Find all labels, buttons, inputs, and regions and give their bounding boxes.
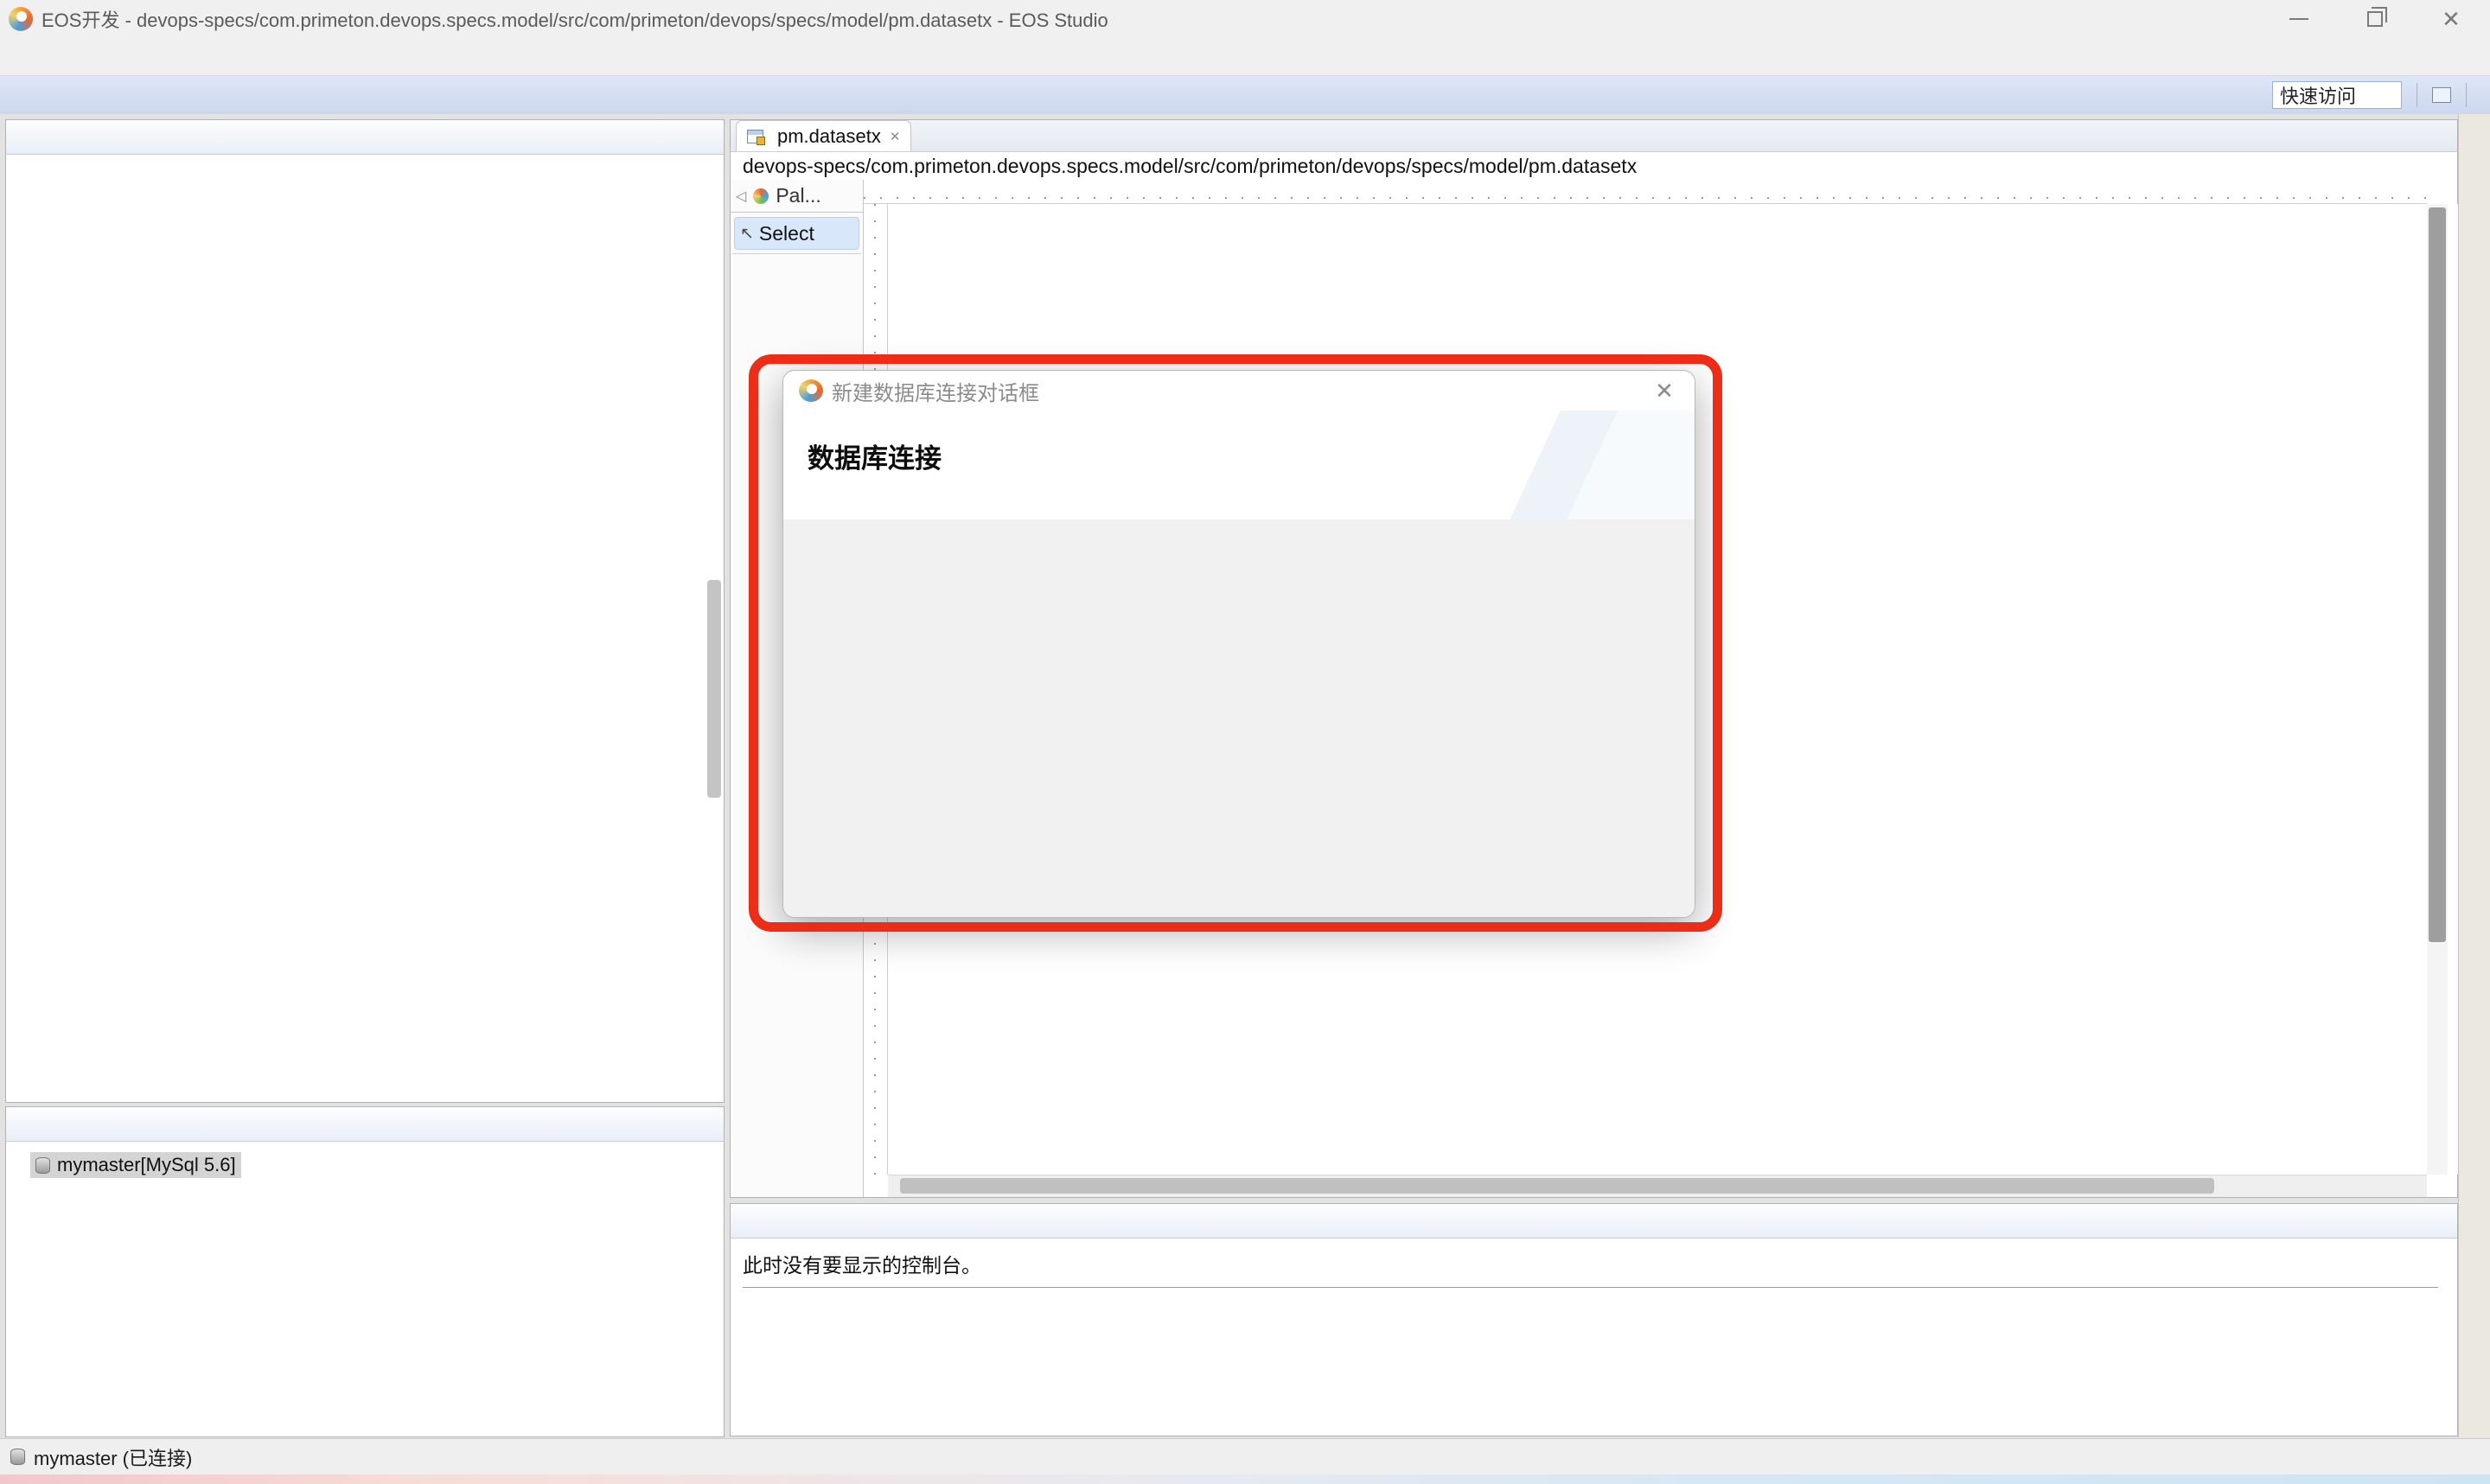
hscroll-thumb[interactable] (900, 1178, 2214, 1194)
database-icon (35, 1156, 50, 1174)
eos-logo-icon (799, 379, 823, 402)
breadcrumb: devops-specs/com.primeton.devops.specs.m… (730, 152, 2458, 180)
console-message: 此时没有要显示的控制台。 (743, 1254, 981, 1277)
db-connection-label: mymaster[MySql 5.6] (57, 1154, 236, 1175)
editor-tabbar: pm.datasetx ✕ (730, 119, 2458, 152)
bottom-gradient-strip (0, 1474, 2490, 1484)
editor-tab-pm-datasetx[interactable]: pm.datasetx ✕ (736, 120, 912, 151)
vscroll-thumb[interactable] (2429, 207, 2446, 942)
dialog-titlebar: 新建数据库连接对话框 ✕ (783, 371, 1695, 411)
db-view-panel: mymaster[MySql 5.6] (5, 1106, 725, 1437)
resource-tree (7, 155, 723, 1101)
editor-tab-label: pm.datasetx (777, 124, 881, 147)
eos-studio-window: EOS开发 - devops-specs/com.primeton.devops… (0, 0, 2490, 1484)
new-db-connection-dialog: 新建数据库连接对话框 ✕ 数据库连接 (782, 370, 1695, 918)
palette-tool-select[interactable]: ↖ Select (734, 217, 859, 250)
minimize-button[interactable] (2286, 6, 2312, 32)
quick-access-input[interactable]: 快速访问 (2272, 81, 2402, 109)
horizontal-ruler (864, 180, 2427, 204)
dialog-heading: 数据库连接 (808, 443, 942, 474)
database-icon (10, 1449, 25, 1465)
dialog-close-icon[interactable]: ✕ (1650, 378, 1679, 404)
status-text: mymaster (已连接) (34, 1447, 193, 1469)
console-panel: 此时没有要显示的控制台。 (730, 1203, 2458, 1436)
open-perspective-icon[interactable] (2432, 87, 2451, 103)
window-title: EOS开发 - devops-specs/com.primeton.devops… (42, 10, 1108, 31)
editor-hscrollbar (888, 1175, 2427, 1197)
close-button[interactable]: ✕ (2438, 6, 2464, 32)
dialog-title: 新建数据库连接对话框 (832, 381, 1039, 405)
palette-collapse-icon[interactable]: ◁ (736, 188, 746, 205)
statusbar: mymaster (已连接) (0, 1438, 2490, 1474)
resource-explorer-panel (5, 119, 725, 1103)
menubar (0, 38, 2490, 76)
restore-button[interactable] (2362, 6, 2388, 32)
close-icon[interactable]: ✕ (890, 129, 901, 144)
dialog-body (783, 519, 1695, 917)
palette-icon (753, 188, 769, 204)
eos-logo-icon (9, 7, 33, 31)
tree-scrollbar[interactable] (707, 580, 721, 798)
dialog-heading-area: 数据库连接 (783, 411, 1695, 519)
dialog-banner-decoration (1409, 411, 1695, 519)
cursor-icon: ↖ (740, 224, 754, 243)
palette-select-label: Select (758, 221, 814, 245)
datasetx-file-icon (747, 129, 765, 145)
main-toolbar: 快速访问 (0, 76, 2490, 114)
editor-vscrollbar (2427, 204, 2448, 1175)
titlebar: EOS开发 - devops-specs/com.primeton.devops… (0, 0, 2490, 38)
minimized-views-strip (2458, 114, 2490, 1437)
db-connection-item[interactable]: mymaster[MySql 5.6] (30, 1152, 241, 1178)
palette-title: Pal... (776, 184, 821, 207)
